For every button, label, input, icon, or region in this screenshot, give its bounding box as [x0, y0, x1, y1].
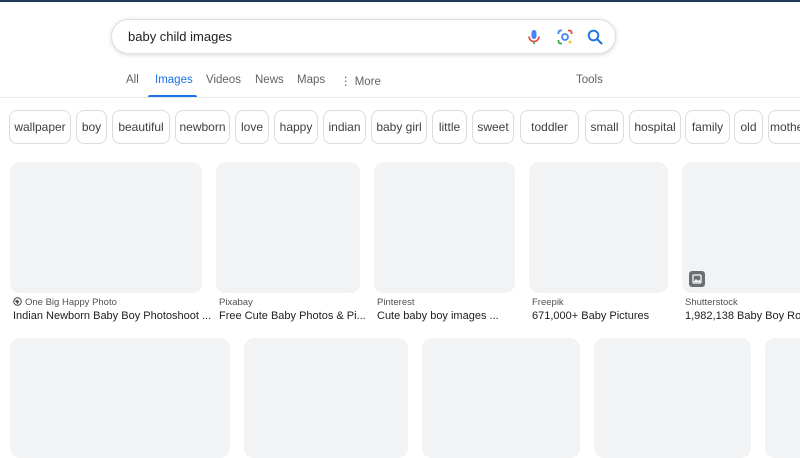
chip-baby-girl[interactable]: baby girl: [371, 110, 427, 144]
chip-boy[interactable]: boy: [76, 110, 107, 144]
google-lens-icon[interactable]: [556, 28, 574, 46]
result-image-10[interactable]: [765, 338, 800, 458]
result-source-2: Pixabay: [219, 297, 253, 308]
mic-icon[interactable]: [525, 28, 543, 46]
tab-images[interactable]: Images: [155, 74, 193, 86]
result-source-3: Pinterest: [377, 297, 415, 308]
result-source-5: Shutterstock: [685, 297, 738, 308]
tab-all[interactable]: All: [126, 74, 139, 86]
chip-wallpaper[interactable]: wallpaper: [9, 110, 71, 144]
tab-more[interactable]: ⋮ More: [340, 74, 381, 88]
result-image-1[interactable]: [10, 162, 202, 293]
search-box[interactable]: baby child images: [111, 19, 616, 54]
chip-indian[interactable]: indian: [323, 110, 366, 144]
result-title-2[interactable]: Free Cute Baby Photos & Pi...: [219, 310, 366, 322]
chip-family[interactable]: family: [685, 110, 730, 144]
chip-mother[interactable]: mothe: [768, 110, 800, 144]
result-image-3[interactable]: [374, 162, 515, 293]
result-source-4: Freepik: [532, 297, 564, 308]
chip-hospital[interactable]: hospital: [629, 110, 681, 144]
chip-newborn[interactable]: newborn: [175, 110, 230, 144]
tab-videos[interactable]: Videos: [206, 74, 241, 86]
chip-toddler[interactable]: toddler: [520, 110, 579, 144]
window-top-border: [0, 0, 800, 2]
tabs-divider: [0, 97, 800, 98]
tools-button[interactable]: Tools: [576, 74, 603, 86]
image-badge-icon: [689, 271, 705, 287]
tab-news[interactable]: News: [255, 74, 284, 86]
result-source-1: One Big Happy Photo: [13, 297, 117, 308]
result-title-5[interactable]: 1,982,138 Baby Boy Roya: [685, 310, 800, 322]
result-title-1[interactable]: Indian Newborn Baby Boy Photoshoot ...: [13, 310, 211, 322]
search-query[interactable]: baby child images: [128, 29, 232, 44]
chip-sweet[interactable]: sweet: [472, 110, 514, 144]
chip-old[interactable]: old: [734, 110, 763, 144]
globe-icon: [13, 297, 22, 306]
result-image-4[interactable]: [529, 162, 668, 293]
search-icon[interactable]: [586, 28, 604, 46]
result-image-9[interactable]: [594, 338, 751, 458]
result-title-3[interactable]: Cute baby boy images ...: [377, 310, 499, 322]
chip-small[interactable]: small: [585, 110, 624, 144]
tab-maps[interactable]: Maps: [297, 74, 325, 86]
chip-happy[interactable]: happy: [274, 110, 318, 144]
result-image-7[interactable]: [244, 338, 408, 458]
chip-love[interactable]: love: [235, 110, 269, 144]
result-image-2[interactable]: [216, 162, 360, 293]
result-title-4[interactable]: 671,000+ Baby Pictures: [532, 310, 649, 322]
chip-beautiful[interactable]: beautiful: [112, 110, 170, 144]
result-source-1-label: One Big Happy Photo: [25, 297, 117, 308]
result-image-8[interactable]: [422, 338, 580, 458]
result-image-6[interactable]: [10, 338, 230, 458]
chip-little[interactable]: little: [432, 110, 467, 144]
